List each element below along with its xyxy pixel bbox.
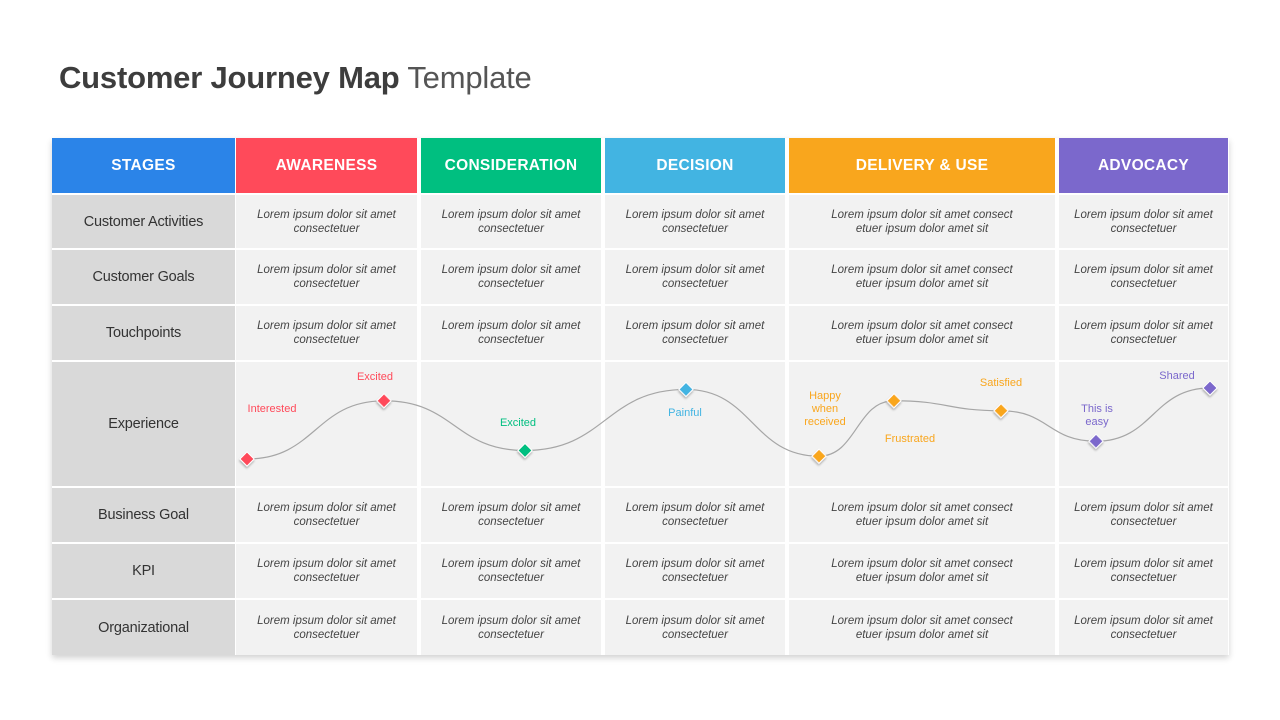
stage-header-decision: DECISION <box>605 138 785 193</box>
experience-label-excited: Excited <box>356 370 394 383</box>
title-light: Template <box>407 60 532 95</box>
experience-label-shared: Shared <box>1159 370 1195 382</box>
experience-label-satisfied: Satisfied <box>979 376 1023 389</box>
cell-business-goal-advocacy: Lorem ipsum dolor sit amet consectetuer <box>1059 488 1228 542</box>
header-stages-label: STAGES <box>52 138 235 193</box>
experience-label-happy-when-received: Happy when received <box>804 390 846 429</box>
row-label-organizational: Organizational <box>52 600 235 655</box>
cell-touchpoints-advocacy: Lorem ipsum dolor sit amet consectetuer <box>1059 306 1228 360</box>
cell-organizational-awareness: Lorem ipsum dolor sit amet consectetuer <box>236 600 417 655</box>
stage-header-delivery-use: DELIVERY & USE <box>789 138 1055 193</box>
stage-header-awareness: AWARENESS <box>236 138 417 193</box>
row-label-kpi: KPI <box>52 544 235 598</box>
cell-organizational-decision: Lorem ipsum dolor sit amet consectetuer <box>605 600 785 655</box>
cell-business-goal-consideration: Lorem ipsum dolor sit amet consectetuer <box>421 488 601 542</box>
row-label-customer-activities: Customer Activities <box>52 195 235 248</box>
cell-business-goal-decision: Lorem ipsum dolor sit amet consectetuer <box>605 488 785 542</box>
row-label-experience: Experience <box>52 362 235 486</box>
cell-customer-goals-decision: Lorem ipsum dolor sit amet consectetuer <box>605 250 785 304</box>
experience-label-painful: Painful <box>668 407 702 420</box>
cell-experience-decision <box>605 362 785 486</box>
cell-customer-activities-decision: Lorem ipsum dolor sit amet consectetuer <box>605 195 785 248</box>
experience-label-excited: Excited <box>499 417 537 430</box>
experience-label-frustrated: Frustrated <box>884 432 936 445</box>
cell-touchpoints-decision: Lorem ipsum dolor sit amet consectetuer <box>605 306 785 360</box>
cell-customer-activities-advocacy: Lorem ipsum dolor sit amet consectetuer <box>1059 195 1228 248</box>
cell-business-goal-awareness: Lorem ipsum dolor sit amet consectetuer <box>236 488 417 542</box>
cell-kpi-advocacy: Lorem ipsum dolor sit amet consectetuer <box>1059 544 1228 598</box>
cell-customer-activities-delivery-use: Lorem ipsum dolor sit amet consect etuer… <box>789 195 1055 248</box>
cell-kpi-awareness: Lorem ipsum dolor sit amet consectetuer <box>236 544 417 598</box>
journey-map-table: STAGES AWARENESS CONSIDERATION DECISION DELI… <box>52 138 1229 655</box>
cell-kpi-delivery-use: Lorem ipsum dolor sit amet consect etuer… <box>789 544 1055 598</box>
cell-touchpoints-awareness: Lorem ipsum dolor sit amet consectetuer <box>236 306 417 360</box>
cell-organizational-delivery-use: Lorem ipsum dolor sit amet consect etuer… <box>789 600 1055 655</box>
cell-organizational-advocacy: Lorem ipsum dolor sit amet consectetuer <box>1059 600 1228 655</box>
row-label-touchpoints: Touchpoints <box>52 306 235 360</box>
cell-customer-goals-advocacy: Lorem ipsum dolor sit amet consectetuer <box>1059 250 1228 304</box>
cell-touchpoints-delivery-use: Lorem ipsum dolor sit amet consect etuer… <box>789 306 1055 360</box>
row-label-customer-goals: Customer Goals <box>52 250 235 304</box>
cell-touchpoints-consideration: Lorem ipsum dolor sit amet consectetuer <box>421 306 601 360</box>
title-bold: Customer Journey Map <box>59 60 400 95</box>
cell-kpi-decision: Lorem ipsum dolor sit amet consectetuer <box>605 544 785 598</box>
cell-customer-activities-awareness: Lorem ipsum dolor sit amet consectetuer <box>236 195 417 248</box>
row-label-business-goal: Business Goal <box>52 488 235 542</box>
experience-label-interested: Interested <box>247 403 297 415</box>
cell-customer-goals-consideration: Lorem ipsum dolor sit amet consectetuer <box>421 250 601 304</box>
cell-organizational-consideration: Lorem ipsum dolor sit amet consectetuer <box>421 600 601 655</box>
page-title: Customer Journey Map Template <box>59 60 532 96</box>
experience-label-this-is-easy: This is easy <box>1081 403 1113 429</box>
cell-customer-activities-consideration: Lorem ipsum dolor sit amet consectetuer <box>421 195 601 248</box>
cell-customer-goals-awareness: Lorem ipsum dolor sit amet consectetuer <box>236 250 417 304</box>
stage-header-consideration: CONSIDERATION <box>421 138 601 193</box>
cell-kpi-consideration: Lorem ipsum dolor sit amet consectetuer <box>421 544 601 598</box>
cell-customer-goals-delivery-use: Lorem ipsum dolor sit amet consect etuer… <box>789 250 1055 304</box>
stage-header-advocacy: ADVOCACY <box>1059 138 1228 193</box>
cell-business-goal-delivery-use: Lorem ipsum dolor sit amet consect etuer… <box>789 488 1055 542</box>
